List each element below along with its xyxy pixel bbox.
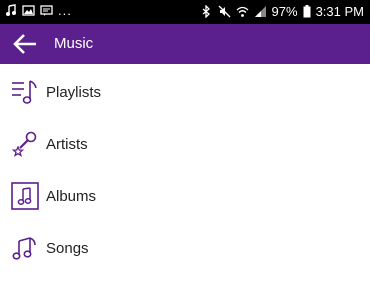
music-notes-icon [12,237,36,260]
music-menu-list: Playlists Artists Albums Songs [0,66,370,274]
playlist-icon [12,80,37,104]
page-title: Music [54,35,94,52]
menu-item-artists[interactable]: Artists [0,118,370,170]
status-time: 3:31 PM [315,4,364,19]
album-icon [11,182,39,210]
music-note-icon [6,4,16,16]
wifi-icon [236,6,248,17]
status-bar: ... 97% 3:31 PM [0,0,370,24]
battery-icon [303,5,311,18]
menu-item-songs[interactable]: Songs [0,222,370,274]
menu-item-playlists[interactable]: Playlists [0,66,370,118]
back-button[interactable] [10,30,40,58]
more-notifications-indicator: ... [58,3,72,18]
menu-item-label: Albums [46,187,97,205]
app-bar: Music [0,24,370,64]
menu-item-albums[interactable]: Albums [0,170,370,222]
menu-item-label: Playlists [46,83,102,101]
arrow-back-icon [13,34,36,54]
mute-icon [218,5,231,18]
message-icon [40,5,53,16]
image-icon [22,5,35,16]
battery-percent: 97% [271,4,298,19]
status-bar-system: 97% 3:31 PM [200,4,364,19]
menu-item-label: Artists [46,135,88,153]
microphone-star-icon [11,131,37,157]
status-bar-notifications: ... [4,4,72,17]
menu-item-label: Songs [46,239,89,257]
signal-icon [254,6,266,17]
bluetooth-icon [202,5,210,18]
